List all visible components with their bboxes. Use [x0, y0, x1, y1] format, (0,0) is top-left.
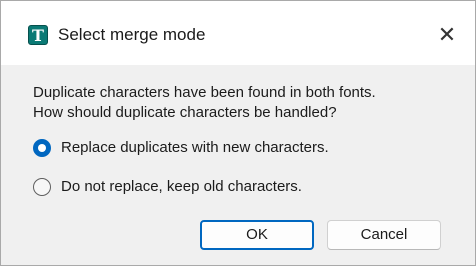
message-line-1: Duplicate characters have been found in … [33, 84, 376, 101]
app-icon: T [28, 25, 48, 45]
radio-label-replace[interactable]: Replace duplicates with new characters. [61, 138, 329, 158]
cancel-button[interactable]: Cancel [327, 220, 441, 250]
radio-button-selected[interactable] [33, 139, 51, 157]
merge-mode-dialog: T Select merge mode ✕ Duplicate characte… [0, 0, 476, 266]
radio-label-keep[interactable]: Do not replace, keep old characters. [61, 177, 302, 197]
app-icon-letter: T [32, 26, 44, 45]
title-bar: T Select merge mode ✕ [1, 1, 475, 65]
message-line-2: How should duplicate characters be handl… [33, 104, 337, 121]
radio-button-unselected[interactable] [33, 178, 51, 196]
ok-button[interactable]: OK [200, 220, 314, 250]
dialog-body: Duplicate characters have been found in … [1, 65, 475, 265]
dialog-title: Select merge mode [58, 25, 206, 44]
close-icon[interactable]: ✕ [431, 19, 463, 51]
message-text: Duplicate characters have been found in … [33, 83, 469, 123]
